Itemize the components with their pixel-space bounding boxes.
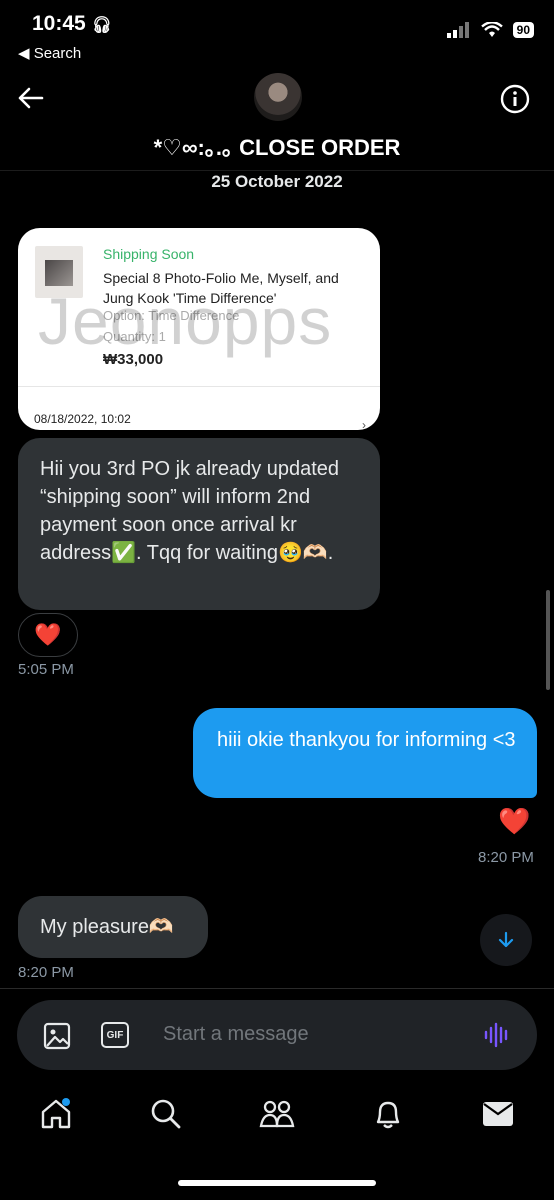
scroll-to-bottom-button[interactable] xyxy=(480,914,532,966)
search-icon xyxy=(151,1099,181,1129)
date-separator: 25 October 2022 xyxy=(211,172,343,191)
chevron-right-icon: › xyxy=(362,418,366,430)
order-status: Shipping Soon xyxy=(103,246,195,262)
message-timestamp: 8:20 PM xyxy=(478,849,534,866)
status-time: 10:45 🎧︎ xyxy=(32,12,112,35)
voice-message-icon[interactable] xyxy=(483,1021,511,1049)
message-text: My pleasure🫶🏻 xyxy=(40,916,174,938)
message-timestamp: 8:20 PM xyxy=(18,964,74,981)
scrollbar[interactable] xyxy=(546,590,550,690)
watermark: Jeonopps xyxy=(38,284,333,358)
avatar[interactable] xyxy=(254,73,302,121)
message-text: hiii okie thankyou for informing <3 xyxy=(217,729,516,751)
gif-icon[interactable]: GIF xyxy=(101,1022,129,1048)
home-indicator xyxy=(178,1180,376,1186)
message-bubble-outgoing[interactable]: hiii okie thankyou for informing <3 xyxy=(193,708,537,798)
tab-notifications[interactable] xyxy=(360,1086,416,1142)
heart-reaction[interactable]: ❤️ xyxy=(18,613,78,657)
card-divider xyxy=(18,386,380,387)
order-date: 08/18/2022, 10:02 xyxy=(34,412,131,426)
message-input[interactable]: Start a message xyxy=(163,1023,309,1046)
back-arrow-icon[interactable] xyxy=(16,84,44,112)
tab-messages[interactable] xyxy=(470,1086,526,1142)
message-text: Hii you 3rd PO jk already updated “shipp… xyxy=(40,458,340,564)
back-to-search-link[interactable]: ◀ Search xyxy=(18,44,81,62)
battery-indicator: 90 xyxy=(512,22,534,38)
signal-icon xyxy=(446,22,469,38)
bottom-tab-bar xyxy=(0,1086,554,1146)
headphones-icon: 🎧︎ xyxy=(91,17,112,34)
tab-search[interactable] xyxy=(138,1086,194,1142)
conversation-title: *♡∞:｡.｡ CLOSE ORDER xyxy=(153,135,401,160)
info-icon[interactable] xyxy=(500,84,530,114)
header-divider xyxy=(0,170,554,171)
home-icon xyxy=(41,1098,71,1129)
message-bubble-incoming[interactable]: Hii you 3rd PO jk already updated “shipp… xyxy=(18,438,380,610)
tab-home[interactable] xyxy=(28,1086,84,1142)
message-bubble-incoming[interactable]: My pleasure🫶🏻 xyxy=(18,896,208,958)
tab-communities[interactable] xyxy=(249,1086,305,1142)
communities-icon xyxy=(259,1100,295,1128)
heart-reaction[interactable]: ❤️ xyxy=(498,806,530,837)
message-composer[interactable]: GIF Start a message xyxy=(17,1000,537,1070)
status-indicators: 90 xyxy=(446,22,534,38)
image-icon[interactable] xyxy=(43,1022,71,1050)
order-screenshot-image[interactable]: Shipping Soon Special 8 Photo-Folio Me, … xyxy=(18,228,380,430)
wifi-icon xyxy=(480,22,503,37)
message-timestamp: 5:05 PM xyxy=(18,661,74,678)
notifications-icon xyxy=(376,1101,400,1129)
arrow-down-icon xyxy=(498,931,514,948)
messages-icon xyxy=(483,1102,513,1126)
composer-divider xyxy=(0,988,554,989)
